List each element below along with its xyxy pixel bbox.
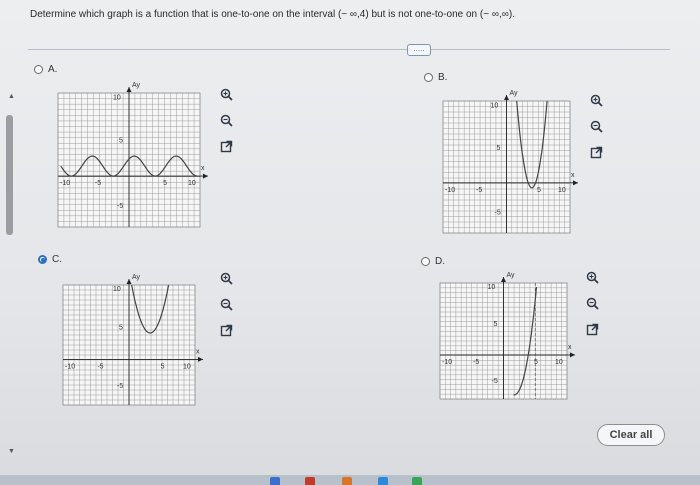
y-axis-label: Ay [132, 274, 141, 281]
x-axis-label: x [201, 165, 205, 172]
scroll-down-icon[interactable]: ▼ [8, 448, 15, 455]
x-tick-label: -5 [473, 359, 479, 366]
x-axis-label: x [571, 172, 575, 179]
x-tick-label: 5 [163, 180, 167, 187]
scroll-up-icon[interactable]: ▲ [8, 93, 15, 100]
taskbar-app-icon[interactable] [305, 477, 315, 485]
taskbar-app-icon[interactable] [342, 477, 352, 485]
expand-icon-b[interactable] [589, 145, 604, 160]
zoom-out-icon-a[interactable] [219, 113, 234, 128]
x-axis-arrow [570, 352, 575, 358]
zoom-out-icon-c[interactable] [219, 297, 234, 312]
choice-a[interactable]: A. [34, 64, 57, 75]
tools-c [219, 271, 234, 338]
choice-b-label: B. [438, 72, 448, 83]
y-tick-label: -5 [117, 203, 123, 210]
graph-b: Ay x 10 5 -5 -10 -5 5 10 [442, 90, 578, 234]
graph-a: Ay x 10 5 -5 -10 -5 5 10 [57, 82, 208, 228]
x-tick-label: 5 [534, 359, 538, 366]
x-tick-label: -10 [60, 180, 70, 187]
y-axis-arrow [126, 87, 132, 92]
zoom-in-icon-d[interactable] [585, 270, 600, 285]
y-tick-label: 5 [497, 145, 501, 152]
x-axis-label: x [196, 348, 200, 355]
y-tick-label: -5 [117, 383, 123, 390]
zoom-in-icon-a[interactable] [219, 87, 234, 102]
x-axis-label: x [568, 344, 572, 351]
y-tick-label: -5 [492, 378, 498, 385]
taskbar-app-icon[interactable] [378, 477, 388, 485]
tools-b [589, 93, 604, 160]
x-tick-label: -10 [65, 363, 75, 370]
choice-b[interactable]: B. [424, 72, 447, 83]
left-scrollbar[interactable]: ▲ ▼ [0, 45, 15, 455]
x-tick-label: 10 [558, 187, 566, 194]
choice-d-label: D. [435, 256, 445, 267]
question-text: Determine which graph is a function that… [30, 9, 515, 20]
x-tick-label: 10 [555, 359, 563, 366]
x-tick-label: -5 [97, 363, 103, 370]
x-tick-label: -10 [445, 187, 455, 194]
graph-c: Ay x 10 5 -5 -10 -5 5 10 [62, 274, 203, 406]
y-tick-label: 5 [494, 321, 498, 328]
expand-icon-d[interactable] [585, 322, 600, 337]
radio-d[interactable] [421, 257, 430, 266]
more-button[interactable]: ..... [407, 44, 431, 56]
section-divider [28, 49, 670, 50]
x-axis-arrow [203, 173, 208, 179]
expand-icon-c[interactable] [219, 323, 234, 338]
x-axis-arrow [573, 180, 578, 186]
zoom-in-icon-c[interactable] [219, 271, 234, 286]
expand-icon-a[interactable] [219, 139, 234, 154]
y-axis-label: Ay [507, 272, 516, 279]
zoom-in-icon-b[interactable] [589, 93, 604, 108]
y-tick-label: 10 [113, 286, 121, 293]
clear-all-button[interactable]: Clear all [597, 424, 665, 446]
zoom-out-icon-b[interactable] [589, 119, 604, 134]
taskbar-app-icon[interactable] [412, 477, 422, 485]
scroll-thumb[interactable] [6, 115, 13, 235]
x-tick-label: -5 [95, 180, 101, 187]
radio-c[interactable] [38, 255, 47, 264]
y-axis-arrow [504, 95, 509, 100]
choice-a-label: A. [48, 64, 58, 75]
y-tick-label: 10 [113, 95, 121, 102]
tools-a [219, 87, 234, 154]
x-tick-label: 5 [161, 363, 165, 370]
taskbar [0, 475, 700, 485]
x-tick-label: -10 [442, 359, 452, 366]
x-tick-label: 10 [183, 363, 191, 370]
choice-c-label: C. [52, 254, 62, 265]
y-axis-label: Ay [510, 90, 519, 97]
y-tick-label: 5 [119, 324, 123, 331]
choice-d[interactable]: D. [421, 256, 445, 267]
y-axis-arrow [501, 277, 506, 282]
y-tick-label: 10 [488, 284, 496, 291]
y-tick-label: 10 [491, 103, 499, 110]
taskbar-app-icon[interactable] [270, 477, 280, 485]
x-tick-label: 5 [537, 187, 541, 194]
zoom-out-icon-d[interactable] [585, 296, 600, 311]
radio-b[interactable] [424, 73, 433, 82]
choice-c[interactable]: C. [38, 254, 62, 265]
x-tick-label: 10 [188, 180, 196, 187]
x-axis-arrow [198, 356, 203, 362]
x-tick-label: -5 [476, 187, 482, 194]
graph-d: Ay x 10 5 -5 -10 -5 5 10 [439, 272, 575, 400]
tools-d [585, 270, 600, 337]
radio-a[interactable] [34, 65, 43, 74]
y-axis-arrow [126, 279, 132, 284]
y-tick-label: -5 [495, 210, 501, 217]
y-axis-label: Ay [132, 82, 141, 89]
y-tick-label: 5 [119, 138, 123, 145]
